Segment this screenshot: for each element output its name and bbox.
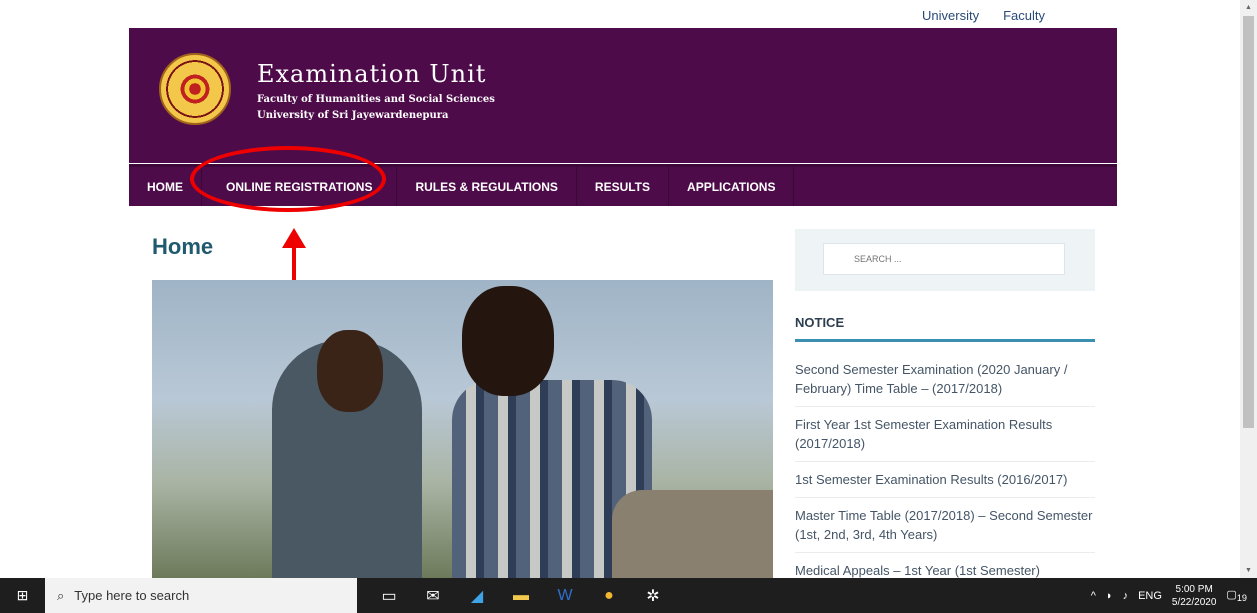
taskbar-search-placeholder: Type here to search	[74, 588, 190, 603]
search-input[interactable]	[823, 243, 1065, 275]
sidebar: NOTICE Second Semester Examination (2020…	[795, 229, 1095, 578]
mail-icon[interactable]: ✉	[411, 578, 455, 613]
site-subtitle-faculty: Faculty of Humanities and Social Science…	[257, 94, 495, 105]
word-icon[interactable]: W	[543, 578, 587, 613]
notice-link[interactable]: 1st Semester Examination Results (2016/2…	[795, 462, 1095, 498]
settings-icon[interactable]: ✲	[631, 578, 675, 613]
windows-taskbar: ⊞ ⌕ Type here to search ▭ ✉ ◢ ▬ W ● ✲ ^ …	[0, 578, 1257, 613]
browser-viewport: University Faculty Examination Unit Facu…	[0, 0, 1257, 578]
search-widget	[795, 229, 1095, 291]
notice-list: Second Semester Examination (2020 Januar…	[795, 352, 1095, 578]
notice-heading: NOTICE	[795, 315, 1095, 342]
hero-person-female-head	[317, 330, 383, 412]
chrome-icon[interactable]: ●	[587, 578, 631, 613]
top-links: University Faculty	[922, 8, 1045, 23]
notification-icon[interactable]: ▢19	[1226, 588, 1247, 603]
notice-link[interactable]: Second Semester Examination (2020 Januar…	[795, 352, 1095, 407]
nav-applications[interactable]: APPLICATIONS	[669, 167, 795, 206]
site-header: Examination Unit Faculty of Humanities a…	[129, 28, 1117, 163]
link-faculty[interactable]: Faculty	[1003, 8, 1045, 23]
volume-icon[interactable]: ♪	[1123, 590, 1129, 602]
system-tray: ^ ◗ ♪ ENG 5:00 PM 5/22/2020 ▢19	[1091, 578, 1257, 613]
taskbar-pinned-apps: ▭ ✉ ◢ ▬ W ● ✲	[367, 578, 675, 613]
clock-time: 5:00 PM	[1175, 583, 1213, 595]
clock[interactable]: 5:00 PM 5/22/2020	[1172, 583, 1217, 609]
task-view-icon[interactable]: ▭	[367, 578, 411, 613]
notice-link[interactable]: Medical Appeals – 1st Year (1st Semester…	[795, 553, 1095, 578]
hero-person-male-head	[462, 286, 554, 396]
scroll-up-icon[interactable]: ▲	[1245, 4, 1252, 11]
language-indicator[interactable]: ENG	[1138, 590, 1162, 602]
nav-rules-regulations[interactable]: RULES & REGULATIONS	[397, 167, 577, 206]
vertical-scrollbar[interactable]: ▲ ▼	[1240, 0, 1257, 578]
taskbar-search-box[interactable]: ⌕ Type here to search	[45, 578, 357, 613]
scroll-thumb[interactable]	[1243, 16, 1254, 428]
edge-icon[interactable]: ◢	[455, 578, 499, 613]
network-icon[interactable]: ◗	[1106, 590, 1113, 602]
clock-date: 5/22/2020	[1171, 596, 1217, 608]
file-explorer-icon[interactable]: ▬	[499, 578, 543, 613]
scroll-down-icon[interactable]: ▼	[1245, 567, 1252, 574]
site-subtitle-university: University of Sri Jayewardenepura	[257, 110, 449, 121]
notice-link[interactable]: Master Time Table (2017/2018) – Second S…	[795, 498, 1095, 553]
nav-results[interactable]: RESULTS	[577, 167, 670, 206]
chevron-up-icon[interactable]: ^	[1091, 590, 1096, 602]
university-logo[interactable]	[159, 53, 231, 125]
notification-count: 19	[1236, 593, 1247, 604]
highlight-oval-annotation	[190, 146, 386, 212]
hero-image	[152, 280, 773, 578]
windows-start-icon[interactable]: ⊞	[0, 578, 45, 613]
site-title[interactable]: Examination Unit	[257, 60, 486, 88]
search-icon: ⌕	[57, 587, 65, 603]
page-title: Home	[152, 234, 214, 259]
notice-link[interactable]: First Year 1st Semester Examination Resu…	[795, 407, 1095, 462]
link-university[interactable]: University	[922, 8, 979, 23]
hero-rocks	[612, 490, 773, 578]
